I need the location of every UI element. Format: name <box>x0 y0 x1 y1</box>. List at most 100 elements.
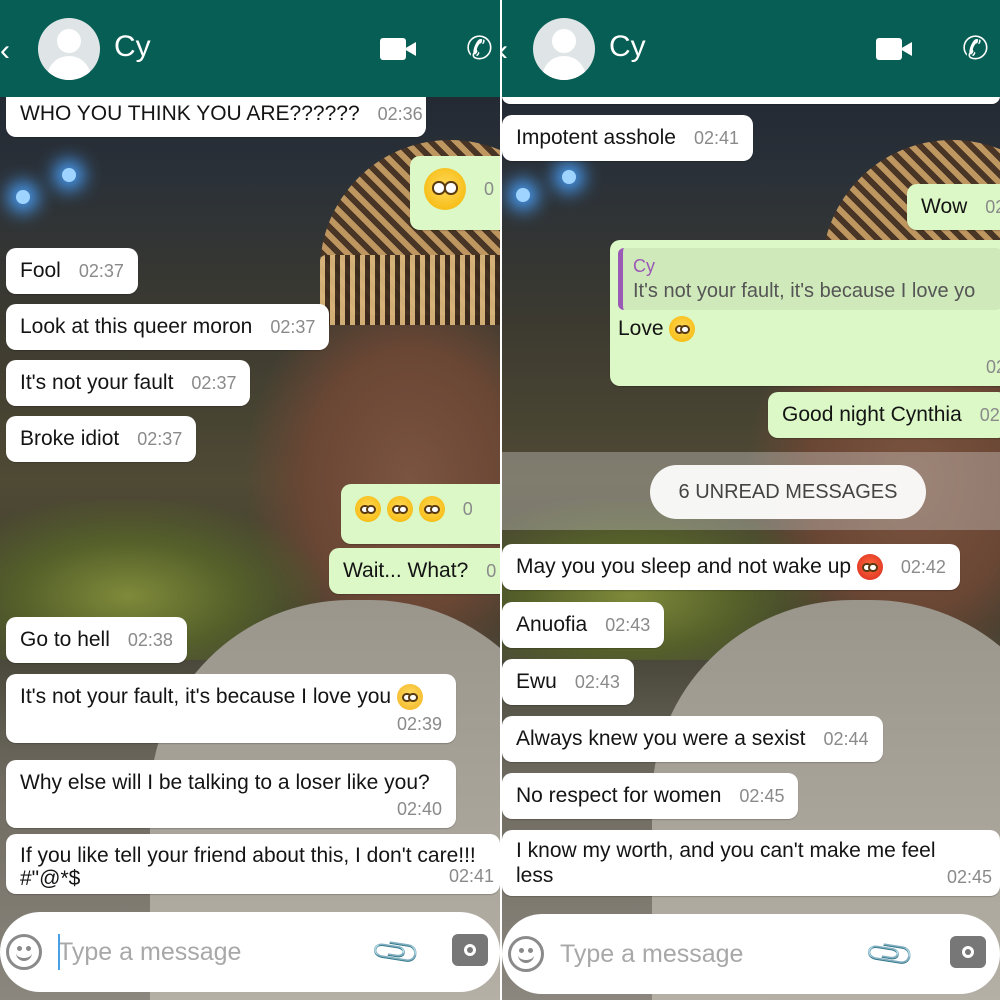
flushed-emoji-icon <box>386 496 413 523</box>
message-time: 02:44 <box>823 729 869 749</box>
message-incoming[interactable]: Look at this queer moron 02:37 <box>6 304 330 350</box>
message-incoming[interactable]: It's not your fault, it's because I love… <box>6 674 456 744</box>
message-outgoing[interactable]: Wait... What? 0 <box>329 548 500 594</box>
message-incoming[interactable]: Broke idiot 02:37 <box>6 416 197 462</box>
attach-icon[interactable]: 📎 <box>367 922 426 981</box>
message-text: Love <box>618 317 664 340</box>
attach-icon[interactable]: 📎 <box>861 924 920 983</box>
message-incoming[interactable]: May you you sleep and not wake up 02:42 <box>502 544 960 591</box>
chat-header: ‹ Cy ✆ <box>502 0 1000 97</box>
back-icon[interactable]: ‹ <box>502 36 520 66</box>
message-time: 0 <box>484 178 495 199</box>
message-outgoing-reply[interactable]: Cy It's not your fault, it's because I l… <box>610 240 1000 386</box>
wallpaper-light <box>562 170 576 184</box>
message-time: 02 <box>985 197 1000 217</box>
video-call-icon[interactable] <box>876 38 914 60</box>
message-text: Look at this queer moron <box>20 315 253 338</box>
camera-icon[interactable] <box>452 934 488 966</box>
flushed-emoji-icon <box>418 496 445 523</box>
message-text: No respect for women <box>516 784 722 807</box>
message-outgoing[interactable]: Good night Cynthia 02 <box>768 392 1000 438</box>
message-time: 0 <box>462 499 473 519</box>
message-text: It's not your fault <box>20 371 174 394</box>
message-time: 02:43 <box>574 672 620 692</box>
message-text: Wow <box>921 195 968 218</box>
message-incoming[interactable]: Ewu 02:43 <box>502 659 634 705</box>
message-text: Broke idiot <box>20 427 120 450</box>
message-text: Good night Cynthia <box>782 403 962 426</box>
message-outgoing[interactable]: 0 <box>341 484 500 544</box>
message-text: WHO YOU THINK YOU ARE?????? <box>20 102 360 125</box>
message-time: 0 <box>486 561 497 581</box>
message-text: Fool <box>20 259 61 282</box>
message-input[interactable] <box>560 934 840 974</box>
message-text: I know my worth, and you can't make me f… <box>516 839 936 887</box>
chat-screen-right: ‹ Cy ✆ Impotent asshole 02:41 Wow 02 Cy It… <box>500 0 1000 1000</box>
message-text: Impotent asshole <box>516 126 676 149</box>
quoted-author: Cy <box>633 256 655 276</box>
back-icon[interactable]: ‹ <box>0 36 22 66</box>
avatar[interactable] <box>38 18 100 80</box>
message-time: 02:45 <box>739 786 785 806</box>
smiley-icon[interactable] <box>508 936 544 972</box>
message-time: 02:40 <box>396 799 442 819</box>
text-cursor <box>58 934 60 970</box>
message-time: 02:45 <box>946 867 992 887</box>
wallpaper-light <box>62 168 76 182</box>
message-text: May you you sleep and not wake up <box>516 555 852 578</box>
wallpaper-light <box>16 190 30 204</box>
message-text: If you like tell your friend about this,… <box>20 844 476 867</box>
wallpaper-light <box>516 188 530 202</box>
message-outgoing[interactable]: Wow 02 <box>907 184 1000 230</box>
message-incoming[interactable]: Go to hell 02:38 <box>6 617 187 663</box>
message-text: #"@*$ <box>20 867 81 890</box>
voice-call-icon[interactable]: ✆ <box>466 30 500 66</box>
crying-emoji-icon <box>396 684 423 711</box>
contact-name[interactable]: Cy <box>114 30 151 64</box>
message-incoming[interactable]: Impotent asshole 02:41 <box>502 115 753 161</box>
message-time: 02:43 <box>605 615 651 635</box>
message-outgoing[interactable]: 0 <box>410 156 500 230</box>
chat-screen-left: ‹ Cy ✆ WHO YOU THINK YOU ARE?????? 02:36 … <box>0 0 500 1000</box>
message-text: Always knew you were a sexist <box>516 727 806 750</box>
message-incoming[interactable]: Why else will I be talking to a loser li… <box>6 760 456 828</box>
message-incoming[interactable]: Anuofia 02:43 <box>502 602 665 648</box>
quoted-text: It's not your fault, it's because I love… <box>633 280 976 302</box>
message-time: 02:36 <box>377 104 423 124</box>
message-text: Why else will I be talking to a loser li… <box>20 771 430 794</box>
voice-call-icon[interactable]: ✆ <box>962 30 998 66</box>
message-text: It's not your fault, it's because I love… <box>20 685 392 708</box>
message-text: Wait... What? <box>343 559 469 582</box>
angry-emoji-icon <box>856 554 883 581</box>
flushed-emoji-icon <box>669 316 696 343</box>
message-time: 02 <box>985 357 1000 377</box>
smiley-icon[interactable] <box>6 934 42 970</box>
message-incoming[interactable]: Always knew you were a sexist 02:44 <box>502 716 883 762</box>
message-time: 02:41 <box>448 866 494 886</box>
message-time: 02:39 <box>396 714 442 735</box>
message-input[interactable] <box>58 932 338 972</box>
avatar[interactable] <box>533 18 595 80</box>
message-time: 02 <box>979 405 1000 425</box>
message-incoming[interactable]: It's not your fault 02:37 <box>6 360 251 406</box>
video-call-icon[interactable] <box>380 38 418 60</box>
message-incoming[interactable]: Fool 02:37 <box>6 248 138 294</box>
unread-messages-badge: 6 UNREAD MESSAGES <box>650 465 926 519</box>
contact-name[interactable]: Cy <box>609 30 646 64</box>
quoted-message[interactable]: Cy It's not your fault, it's because I l… <box>618 248 1000 310</box>
flushed-emoji-icon <box>355 496 381 523</box>
message-text: Anuofia <box>516 613 588 636</box>
message-time: 02:37 <box>191 373 237 393</box>
message-text: Ewu <box>516 670 557 693</box>
message-text: Go to hell <box>20 628 110 651</box>
message-time: 02:37 <box>270 317 316 337</box>
message-time: 02:41 <box>693 128 739 148</box>
message-time: 02:37 <box>137 429 183 449</box>
message-input-bar: 📎 <box>502 914 1000 994</box>
message-incoming[interactable]: No respect for women 02:45 <box>502 773 799 819</box>
message-incoming[interactable]: If you like tell your friend about this,… <box>6 834 500 894</box>
message-incoming[interactable]: I know my worth, and you can't make me f… <box>502 830 1000 896</box>
message-time: 02:37 <box>78 261 124 281</box>
flushed-emoji-icon <box>424 168 466 210</box>
camera-icon[interactable] <box>950 936 986 968</box>
